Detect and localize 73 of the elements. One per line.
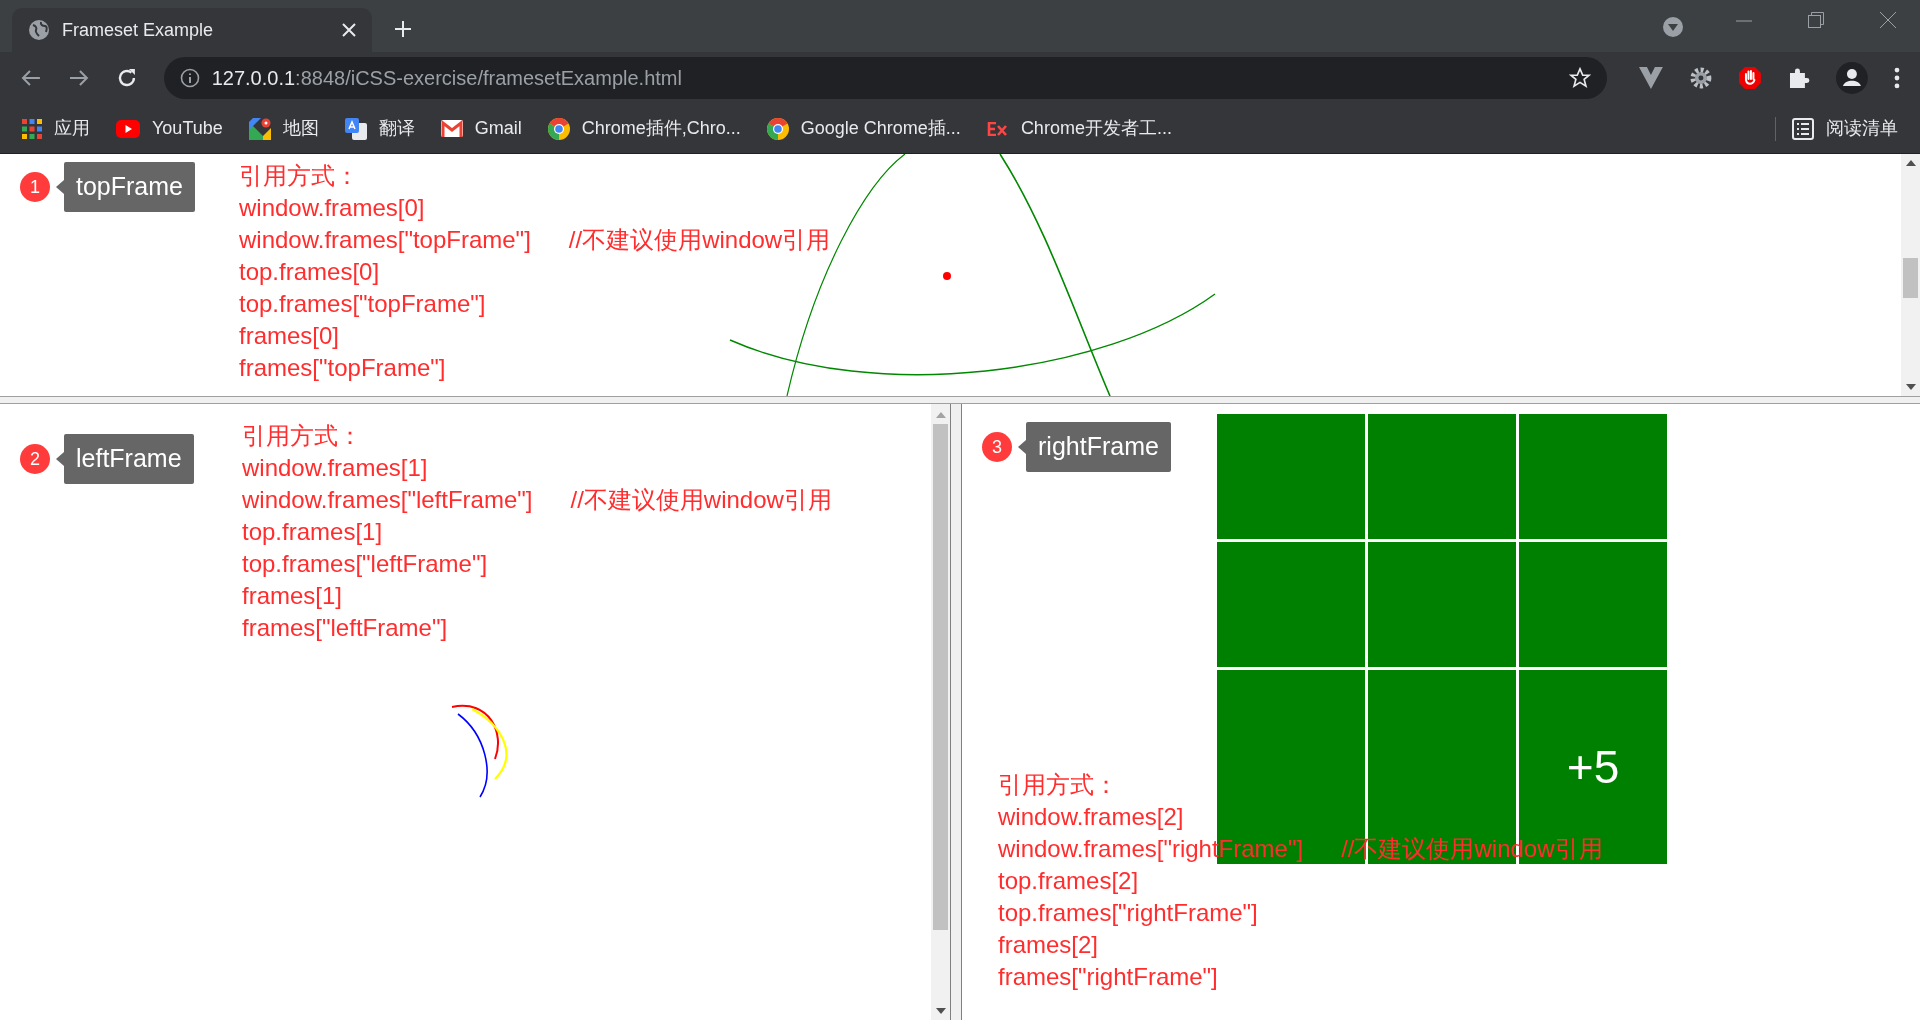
code-line: window.frames["leftFrame"]: [242, 485, 533, 515]
bookmark[interactable]: Chrome开发者工...: [986, 115, 1172, 142]
scroll-down-icon[interactable]: [1905, 384, 1916, 390]
address-bar[interactable]: 127.0.0.1:8848/iCSS-exercise/framesetExample.html: [163, 57, 1607, 99]
code-line: 引用方式：: [998, 770, 1119, 800]
scrollbar-thumb[interactable]: [933, 424, 948, 930]
code-line: window.frames["topFrame"]: [239, 225, 531, 255]
scroll-down-icon[interactable]: [935, 1008, 946, 1014]
bookmark[interactable]: YouTube: [116, 115, 223, 142]
list-icon: [1792, 117, 1814, 140]
scrollbar[interactable]: [931, 404, 950, 1020]
bookmark[interactable]: 地图: [248, 115, 319, 142]
url-text: 127.0.0.1:8848/iCSS-exercise/framesetExample.html: [211, 66, 683, 91]
code-comment: //不建议使用window引用: [570, 485, 832, 515]
code-line: 引用方式：: [242, 421, 363, 451]
v-logo-icon[interactable]: [1638, 67, 1663, 89]
code-line: 引用方式：: [239, 161, 360, 191]
scrollbar-thumb[interactable]: [1903, 258, 1918, 298]
close-icon[interactable]: [342, 23, 356, 37]
browser-tab[interactable]: Frameset Example: [12, 8, 372, 52]
avatar-icon[interactable]: [1836, 62, 1868, 94]
code-line: window.frames[2]: [998, 802, 1184, 832]
code-line: top.frames[2]: [998, 866, 1139, 896]
code-line: window.frames[0]: [239, 193, 425, 223]
map-pin-icon: [248, 117, 271, 140]
tab-title: Frameset Example: [62, 18, 215, 42]
code-line: frames["topFrame"]: [239, 353, 446, 383]
code-line: frames[2]: [998, 930, 1099, 960]
more-icon[interactable]: [1894, 67, 1900, 89]
apps-grid-icon: [22, 118, 42, 139]
code-line: top.frames["rightFrame"]: [998, 898, 1258, 928]
chrome-circle-icon: [547, 117, 570, 140]
code-comment: //不建议使用window引用: [568, 225, 831, 255]
gear-icon[interactable]: [1688, 66, 1713, 90]
forward-icon[interactable]: [67, 67, 90, 89]
code-line: frames["rightFrame"]: [998, 962, 1218, 992]
globe-icon: [28, 19, 50, 41]
code-line: top.frames["topFrame"]: [239, 289, 486, 319]
frame-label: leftFrame: [64, 434, 194, 484]
number-badge: 2: [20, 444, 50, 474]
scrollbar[interactable]: [1901, 154, 1920, 396]
bookmark[interactable]: Chrome插件,Chro...: [547, 115, 741, 142]
code-line: frames["leftFrame"]: [242, 613, 448, 643]
code-line: top.frames[1]: [242, 517, 383, 547]
code-line: top.frames["leftFrame"]: [242, 549, 488, 579]
chrome-circle-icon: [766, 117, 789, 140]
frame-label: topFrame: [64, 162, 195, 212]
close-window-icon[interactable]: [1880, 12, 1896, 28]
reading-list-button[interactable]: 阅读清单: [1792, 115, 1898, 142]
code-line: top.frames[0]: [239, 257, 380, 287]
code-line: frames[1]: [242, 581, 343, 611]
bookmark[interactable]: 翻译: [344, 115, 415, 142]
restore-icon[interactable]: [1808, 12, 1824, 28]
dropdown-icon[interactable]: [1662, 16, 1684, 38]
envelope-icon: [440, 120, 463, 137]
frame-label: rightFrame: [1026, 422, 1171, 472]
code-line: window.frames[1]: [242, 453, 428, 483]
star-icon[interactable]: [1568, 67, 1591, 89]
scroll-up-icon[interactable]: [1905, 160, 1916, 166]
bookmark[interactable]: Gmail: [440, 115, 522, 142]
play-icon: [116, 119, 140, 138]
ex-letters-icon: [986, 121, 1009, 136]
bookmark[interactable]: 应用: [22, 115, 90, 142]
tile-count: +5: [1566, 739, 1620, 795]
number-badge: 3: [982, 432, 1012, 462]
translate-icon: [344, 117, 367, 140]
bookmark[interactable]: Google Chrome插...: [766, 115, 961, 142]
info-icon: [179, 68, 200, 88]
new-tab-icon[interactable]: [394, 20, 412, 38]
code-line: frames[0]: [239, 321, 340, 351]
puzzle-icon[interactable]: [1788, 67, 1811, 89]
number-badge: 1: [20, 172, 50, 202]
stop-hand-icon[interactable]: [1738, 66, 1763, 90]
